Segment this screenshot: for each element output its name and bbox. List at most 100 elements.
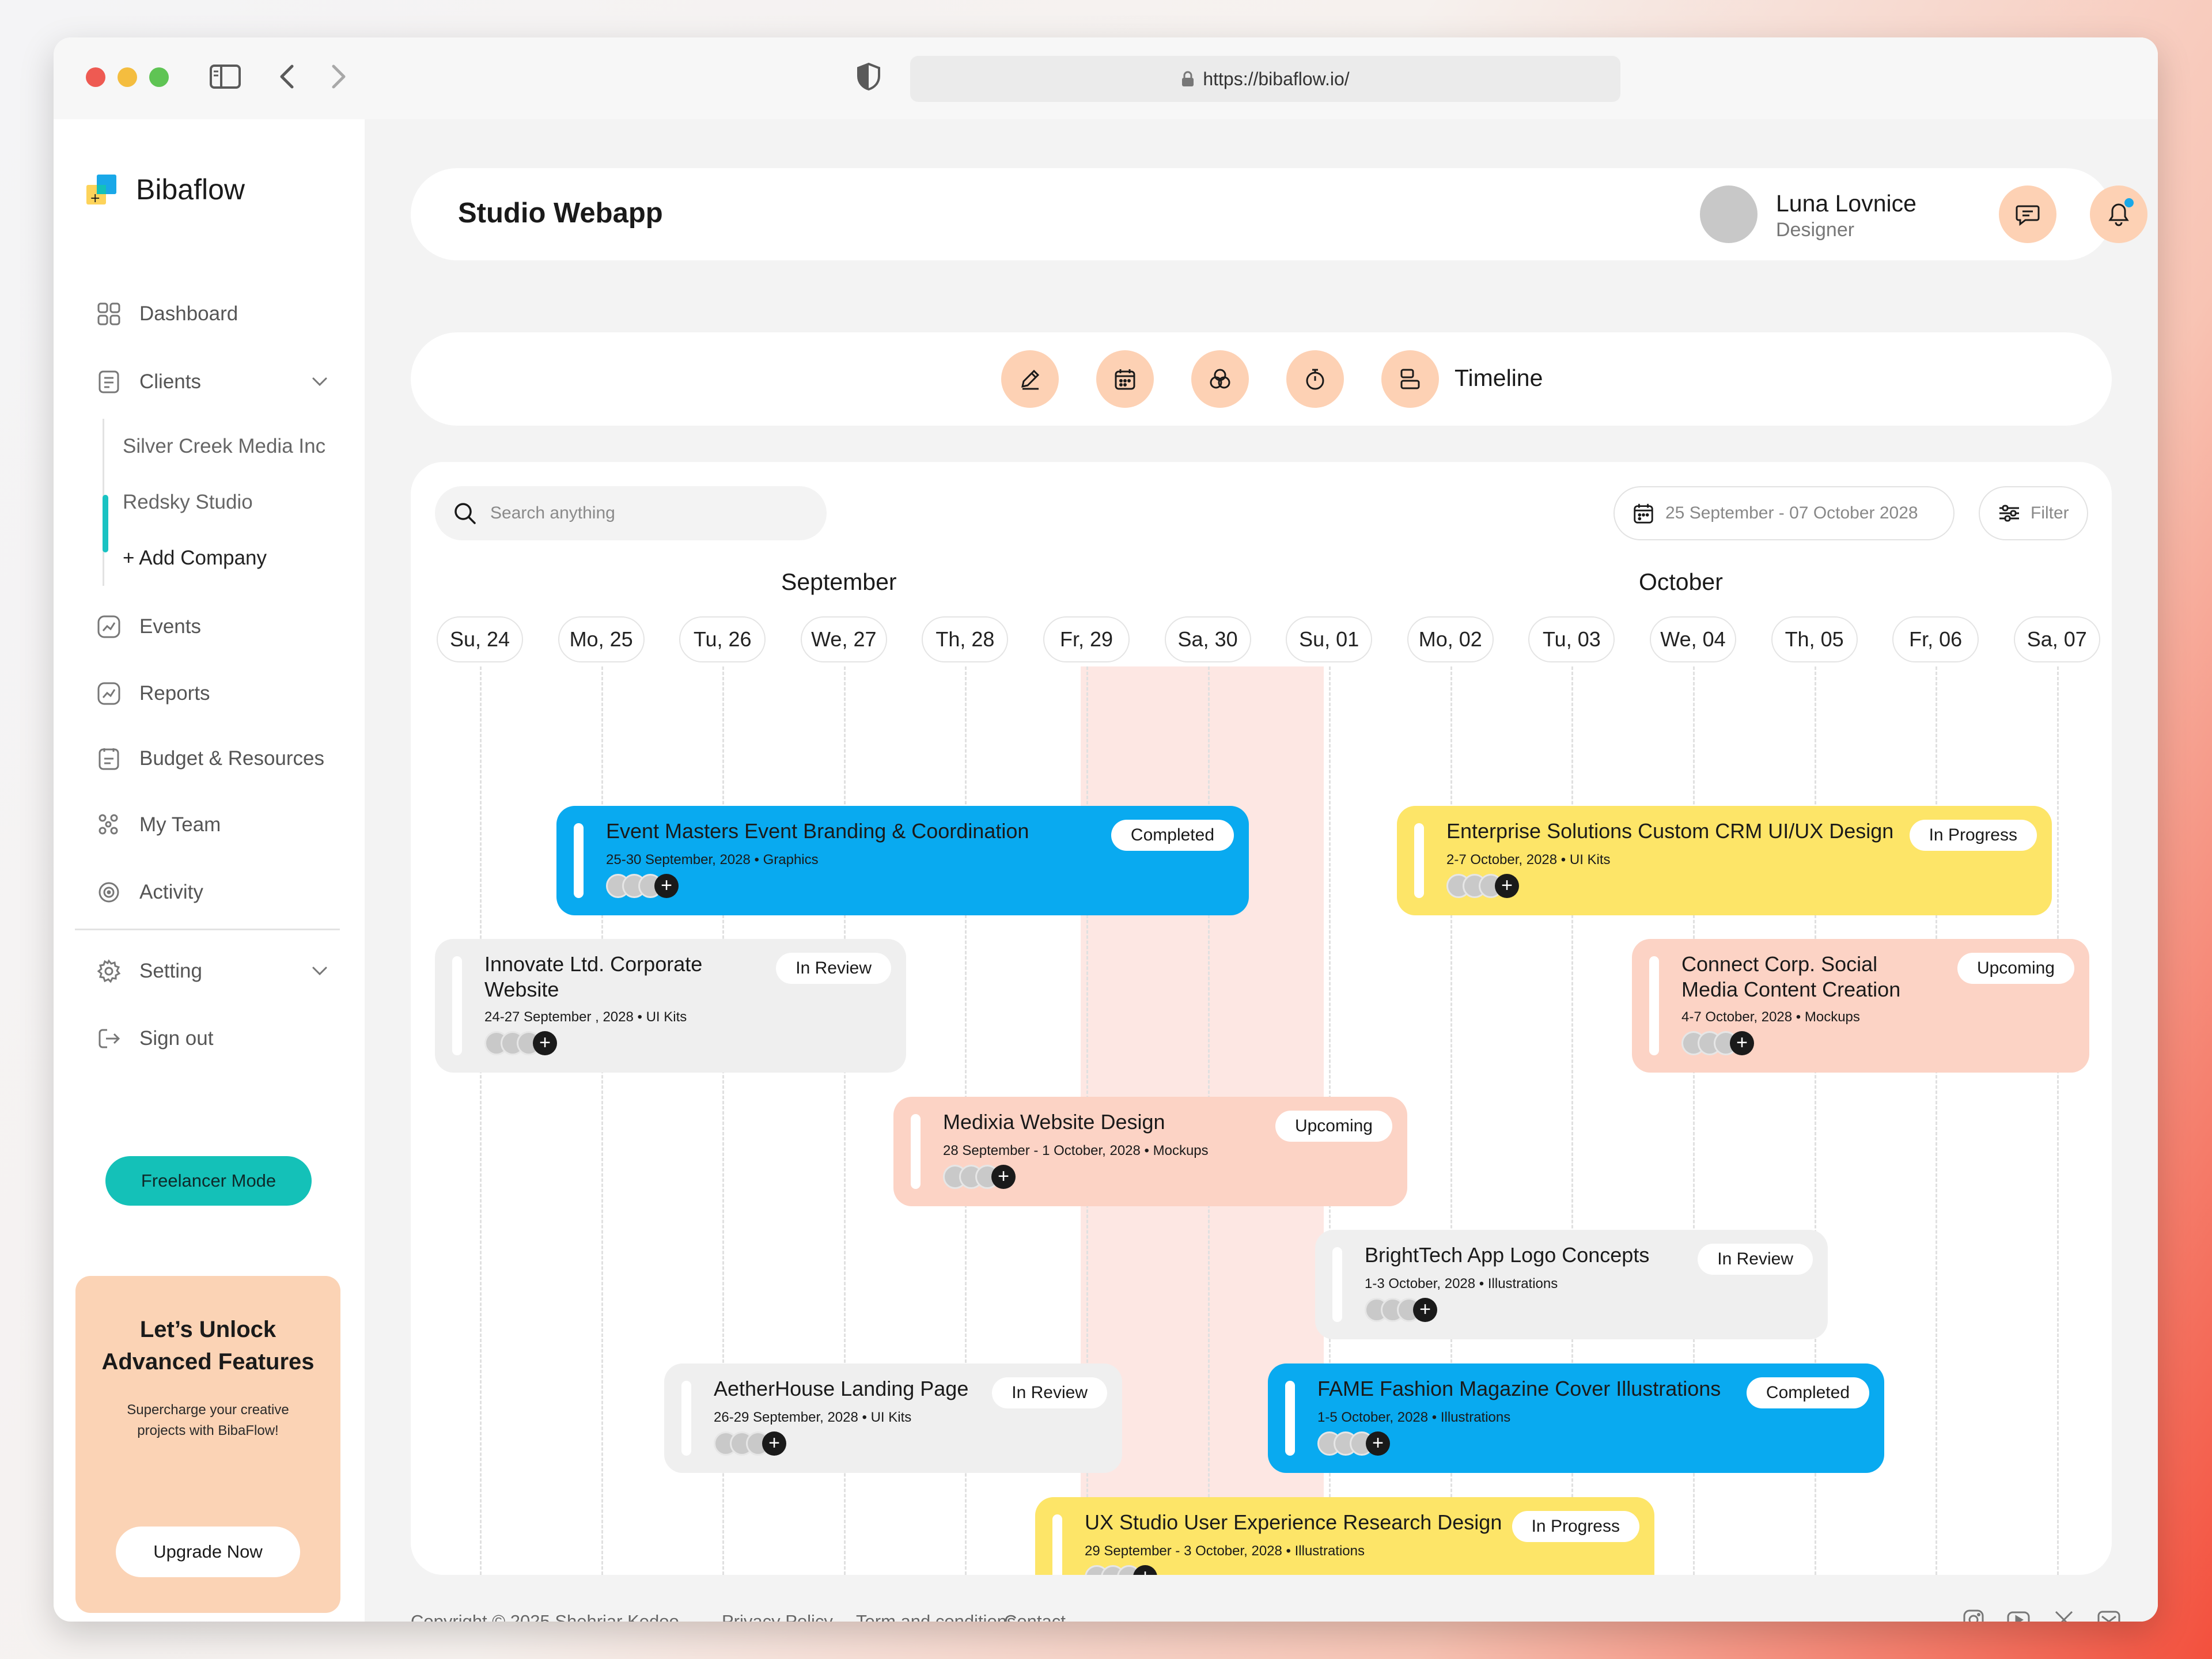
task-card[interactable]: Innovate Ltd. Corporate Website 24-27 Se… <box>435 939 906 1073</box>
task-handle[interactable] <box>1285 1381 1295 1456</box>
user-name: Luna Lovnice <box>1776 190 1916 217</box>
day-grid-line <box>1936 666 1938 1575</box>
task-card[interactable]: Event Masters Event Branding & Coordinat… <box>556 806 1249 915</box>
client-redsky-studio[interactable]: Redsky Studio <box>123 491 253 514</box>
task-handle[interactable] <box>681 1381 691 1456</box>
day-header[interactable]: Mo, 02 <box>1407 616 1494 662</box>
task-handle[interactable] <box>574 823 584 898</box>
day-header[interactable]: Su, 24 <box>437 616 523 662</box>
task-handle[interactable] <box>1414 823 1424 898</box>
brand[interactable]: + Bibaflow <box>84 172 245 207</box>
add-assignee-button[interactable]: + <box>1366 1431 1390 1456</box>
add-assignee-button[interactable]: + <box>1413 1298 1437 1322</box>
task-card[interactable]: AetherHouse Landing Page 26-29 September… <box>664 1363 1122 1473</box>
task-card[interactable]: Medixia Website Design 28 September - 1 … <box>893 1097 1407 1206</box>
add-company-link[interactable]: + Add Company <box>123 547 267 570</box>
brand-name: Bibaflow <box>136 173 245 206</box>
upgrade-now-button[interactable]: Upgrade Now <box>116 1527 300 1577</box>
add-assignee-button[interactable]: + <box>533 1031 557 1055</box>
youtube-icon[interactable] <box>2004 1605 2033 1622</box>
messages-button[interactable] <box>1999 185 2056 243</box>
sidebar-item-budget[interactable]: Budget & Resources <box>96 741 324 776</box>
day-header[interactable]: Th, 05 <box>1771 616 1858 662</box>
day-header[interactable]: Tu, 26 <box>679 616 766 662</box>
task-title: UX Studio User Experience Research Desig… <box>1085 1510 1502 1534</box>
footer: Copyright © 2025 Shehriar Kedoo Privacy … <box>411 1609 2120 1622</box>
day-header[interactable]: Tu, 03 <box>1528 616 1615 662</box>
close-window-button[interactable] <box>86 67 105 87</box>
circles-icon <box>1210 369 1230 389</box>
sidebar-item-reports[interactable]: Reports <box>96 676 210 711</box>
filter-label: Filter <box>2031 503 2069 522</box>
chevron-down-icon[interactable] <box>308 370 331 393</box>
timer-view-button[interactable] <box>1286 350 1344 408</box>
task-card[interactable]: FAME Fashion Magazine Cover Illustration… <box>1268 1363 1884 1473</box>
sidebar-item-clients[interactable]: Clients <box>96 365 201 399</box>
freelancer-mode-button[interactable]: Freelancer Mode <box>105 1156 312 1206</box>
day-header[interactable]: Th, 28 <box>922 616 1009 662</box>
sidebar-divider <box>75 929 340 930</box>
timeline-view-button[interactable] <box>1381 350 1439 408</box>
x-twitter-icon[interactable] <box>2050 1605 2078 1622</box>
sidebar-toggle-icon[interactable] <box>208 60 243 93</box>
back-arrow-icon[interactable] <box>272 60 301 93</box>
terms-link[interactable]: Term and conditions <box>856 1611 1016 1622</box>
add-assignee-button[interactable]: + <box>1133 1565 1157 1575</box>
task-card[interactable]: Enterprise Solutions Custom CRM UI/UX De… <box>1397 806 2052 915</box>
day-header[interactable]: Su, 01 <box>1286 616 1373 662</box>
sidebar-item-setting[interactable]: Setting <box>96 954 202 988</box>
add-assignee-button[interactable]: + <box>991 1165 1016 1189</box>
forward-arrow-icon[interactable] <box>324 60 353 93</box>
maximize-window-button[interactable] <box>149 67 169 87</box>
add-assignee-button[interactable]: + <box>1730 1031 1754 1055</box>
minimize-window-button[interactable] <box>118 67 137 87</box>
task-handle[interactable] <box>1649 956 1659 1055</box>
color-view-button[interactable] <box>1191 350 1249 408</box>
day-header[interactable]: We, 04 <box>1650 616 1736 662</box>
sidebar-item-activity[interactable]: Activity <box>96 875 203 910</box>
day-header[interactable]: Sa, 30 <box>1164 616 1251 662</box>
avatar[interactable] <box>1700 185 1758 243</box>
task-card[interactable]: Connect Corp. Social Media Content Creat… <box>1632 939 2089 1073</box>
task-card[interactable]: BrightTech App Logo Concepts 1-3 October… <box>1315 1230 1828 1339</box>
mail-icon[interactable] <box>2094 1605 2123 1622</box>
sidebar-item-dashboard[interactable]: Dashboard <box>96 297 238 331</box>
day-header[interactable]: Fr, 06 <box>1892 616 1979 662</box>
task-handle[interactable] <box>452 956 462 1055</box>
task-handle[interactable] <box>1332 1247 1342 1322</box>
filter-button[interactable]: Filter <box>1979 486 2088 540</box>
lock-icon <box>1182 71 1194 86</box>
calendar-view-button[interactable] <box>1096 350 1154 408</box>
status-badge: Upcoming <box>1957 953 2074 984</box>
day-header[interactable]: Mo, 25 <box>558 616 645 662</box>
search-input[interactable]: Search anything <box>435 486 827 540</box>
task-handle[interactable] <box>1052 1514 1062 1575</box>
date-range-picker[interactable]: 25 September - 07 October 2028 <box>1613 486 1955 540</box>
day-header[interactable]: We, 27 <box>800 616 887 662</box>
sidebar-item-sign-out[interactable]: Sign out <box>96 1021 213 1056</box>
day-header[interactable]: Fr, 29 <box>1043 616 1130 662</box>
status-badge: In Review <box>776 953 891 984</box>
add-assignee-button[interactable]: + <box>1495 874 1519 898</box>
sidebar-item-events[interactable]: Events <box>96 609 201 644</box>
day-header[interactable]: Sa, 07 <box>2013 616 2100 662</box>
timeline-panel: Search anything 25 September - 07 Octobe… <box>411 462 2112 1575</box>
reports-chart-icon <box>96 680 122 707</box>
add-assignee-button[interactable]: + <box>654 874 679 898</box>
instagram-icon[interactable] <box>1959 1605 1988 1622</box>
privacy-policy-link[interactable]: Privacy Policy <box>722 1611 833 1622</box>
shield-icon[interactable] <box>851 60 886 93</box>
edit-view-button[interactable] <box>1001 350 1059 408</box>
task-handle[interactable] <box>911 1114 921 1189</box>
sidebar-item-my-team[interactable]: My Team <box>96 808 221 842</box>
notifications-button[interactable] <box>2090 185 2147 243</box>
chevron-down-icon[interactable] <box>308 960 331 983</box>
signout-icon <box>96 1025 122 1052</box>
contact-link[interactable]: Contact <box>1004 1611 1066 1622</box>
address-bar[interactable]: https://bibaflow.io/ <box>910 56 1620 102</box>
search-icon <box>454 503 476 524</box>
task-title: Enterprise Solutions Custom CRM UI/UX De… <box>1446 819 1894 843</box>
task-card[interactable]: UX Studio User Experience Research Desig… <box>1035 1497 1654 1575</box>
add-assignee-button[interactable]: + <box>762 1431 786 1456</box>
client-silver-creek[interactable]: Silver Creek Media Inc <box>123 435 325 458</box>
